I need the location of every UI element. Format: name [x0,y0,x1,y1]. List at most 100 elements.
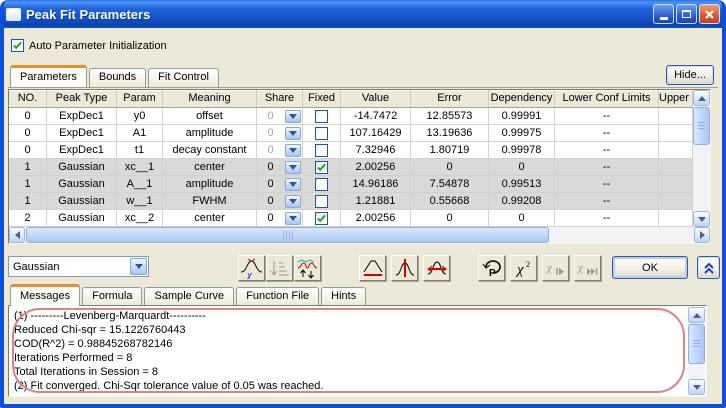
cell-upper-conf [659,210,693,227]
scroll-down-button[interactable] [693,211,710,227]
function-dropdown[interactable]: Gaussian [8,256,149,277]
vertical-scroll-thumb[interactable] [693,107,710,145]
cell-lower-conf: -- [555,210,659,227]
horizontal-scroll-thumb[interactable] [26,227,549,243]
cell-error: 1.80719 [411,142,489,159]
fixed-checkbox[interactable] [315,178,328,191]
vertical-scroll-thumb[interactable] [688,324,705,364]
share-dropdown[interactable] [285,127,301,140]
share-value: 0 [258,210,283,226]
fix-peak-centers-button[interactable] [391,255,418,281]
arrow-up-icon [693,313,701,318]
cell-value[interactable]: 2.00256 [341,159,411,176]
arrow-right-icon [700,231,705,239]
svg-text:χ: χ [515,262,524,278]
auto-parameter-checkbox[interactable] [11,39,24,52]
scroll-up-button[interactable] [688,307,705,323]
scroll-down-button[interactable] [688,379,705,395]
share-value: 0 [258,176,283,192]
messages-scrollbar[interactable] [688,307,705,395]
hide-button[interactable]: Hide... [666,65,714,85]
cell-value[interactable]: 14.96186 [341,176,411,193]
cell-meaning: offset [163,108,257,125]
column-header-value: Value [341,90,411,108]
window-title: Peak Fit Parameters [26,7,150,22]
fixed-checkbox[interactable] [315,110,328,123]
cell-dependency: 0 [489,210,555,227]
fixed-checkbox[interactable] [315,127,328,140]
column-header-share: Share [257,90,303,108]
message-line: Iterations Performed = 8 [14,351,682,365]
cell-value[interactable]: 1.21881 [341,193,411,210]
fix-baseline-button[interactable] [359,255,386,281]
cell-share: 0 [257,125,303,142]
table-header-row: NO.Peak TypeParamMeaningShareFixedValueE… [9,90,693,108]
fix-peak-widths-button[interactable] [423,255,450,281]
bottom-tab-sample-curve[interactable]: Sample Curve [144,287,234,306]
add-delete-peaks-button[interactable] [294,255,321,281]
cell-upper-conf [659,193,693,210]
chi-square-button[interactable]: χ 2 [510,255,537,281]
revert-parameters-button[interactable]: P [478,255,505,281]
minimize-button[interactable] [653,4,674,24]
share-dropdown[interactable] [285,178,301,191]
bottom-tab-messages[interactable]: Messages [10,284,80,306]
column-header-peak-type: Peak Type [47,90,117,108]
cell-dependency: 0.99978 [489,142,555,159]
cell-lower-conf: -- [555,108,659,125]
cell-param: A1 [117,125,163,142]
cell-upper-conf [659,176,693,193]
fixed-checkbox[interactable] [315,212,328,225]
share-dropdown[interactable] [285,161,301,174]
cell-share: 0 [257,176,303,193]
svg-text:χ: χ [546,262,553,274]
table-vertical-scrollbar[interactable] [693,90,710,227]
table-horizontal-scrollbar[interactable] [9,227,710,243]
check-icon [316,162,327,173]
cell-no: 2 [9,210,47,227]
cell-meaning: amplitude [163,176,257,193]
fit-peak-chi-button[interactable]: χ [238,255,265,281]
close-icon [704,9,715,20]
scroll-up-button[interactable] [693,90,710,106]
chevron-down-icon [289,216,297,221]
fit-until-converged-button[interactable]: χ [574,255,601,281]
sort-peaks-button[interactable] [266,255,293,281]
fit-until-converged-icon: χ [577,258,599,278]
cell-no: 1 [9,193,47,210]
bottom-tab-formula[interactable]: Formula [82,287,142,306]
close-button[interactable] [699,4,720,24]
ok-button[interactable]: OK [612,256,688,279]
cell-value[interactable]: 7.32946 [341,142,411,159]
one-iteration-button[interactable]: χ [542,255,569,281]
share-dropdown[interactable] [285,212,301,225]
collapse-button[interactable] [697,256,720,279]
fixed-checkbox[interactable] [315,161,328,174]
top-tab-bounds[interactable]: Bounds [89,68,146,87]
cell-peak-type: Gaussian [47,193,117,210]
cell-value[interactable]: -14.7472 [341,108,411,125]
cell-value[interactable]: 107.16429 [341,125,411,142]
bottom-tab-function-file[interactable]: Function File [236,287,319,306]
title-bar[interactable]: Peak Fit Parameters [0,0,726,28]
fixed-checkbox[interactable] [315,144,328,157]
chevron-down-icon [289,182,297,187]
cell-value[interactable]: 2.00256 [341,210,411,227]
fixed-checkbox[interactable] [315,195,328,208]
chevron-down-icon [289,148,297,153]
share-dropdown[interactable] [285,144,301,157]
share-value: 0 [258,142,283,158]
cell-meaning: decay constant [163,142,257,159]
cell-param: A__1 [117,176,163,193]
bottom-tab-hints[interactable]: Hints [321,287,366,306]
scroll-right-button[interactable] [694,227,710,243]
dropdown-button[interactable] [130,258,147,275]
bottom-tab-strip: MessagesFormulaSample CurveFunction File… [10,284,368,306]
maximize-button[interactable] [676,4,697,24]
scroll-left-button[interactable] [9,227,25,243]
top-tab-parameters[interactable]: Parameters [10,65,87,87]
top-tab-fit-control[interactable]: Fit Control [148,68,219,87]
tab-pane-divider [8,87,718,88]
share-dropdown[interactable] [285,110,301,123]
share-dropdown[interactable] [285,195,301,208]
